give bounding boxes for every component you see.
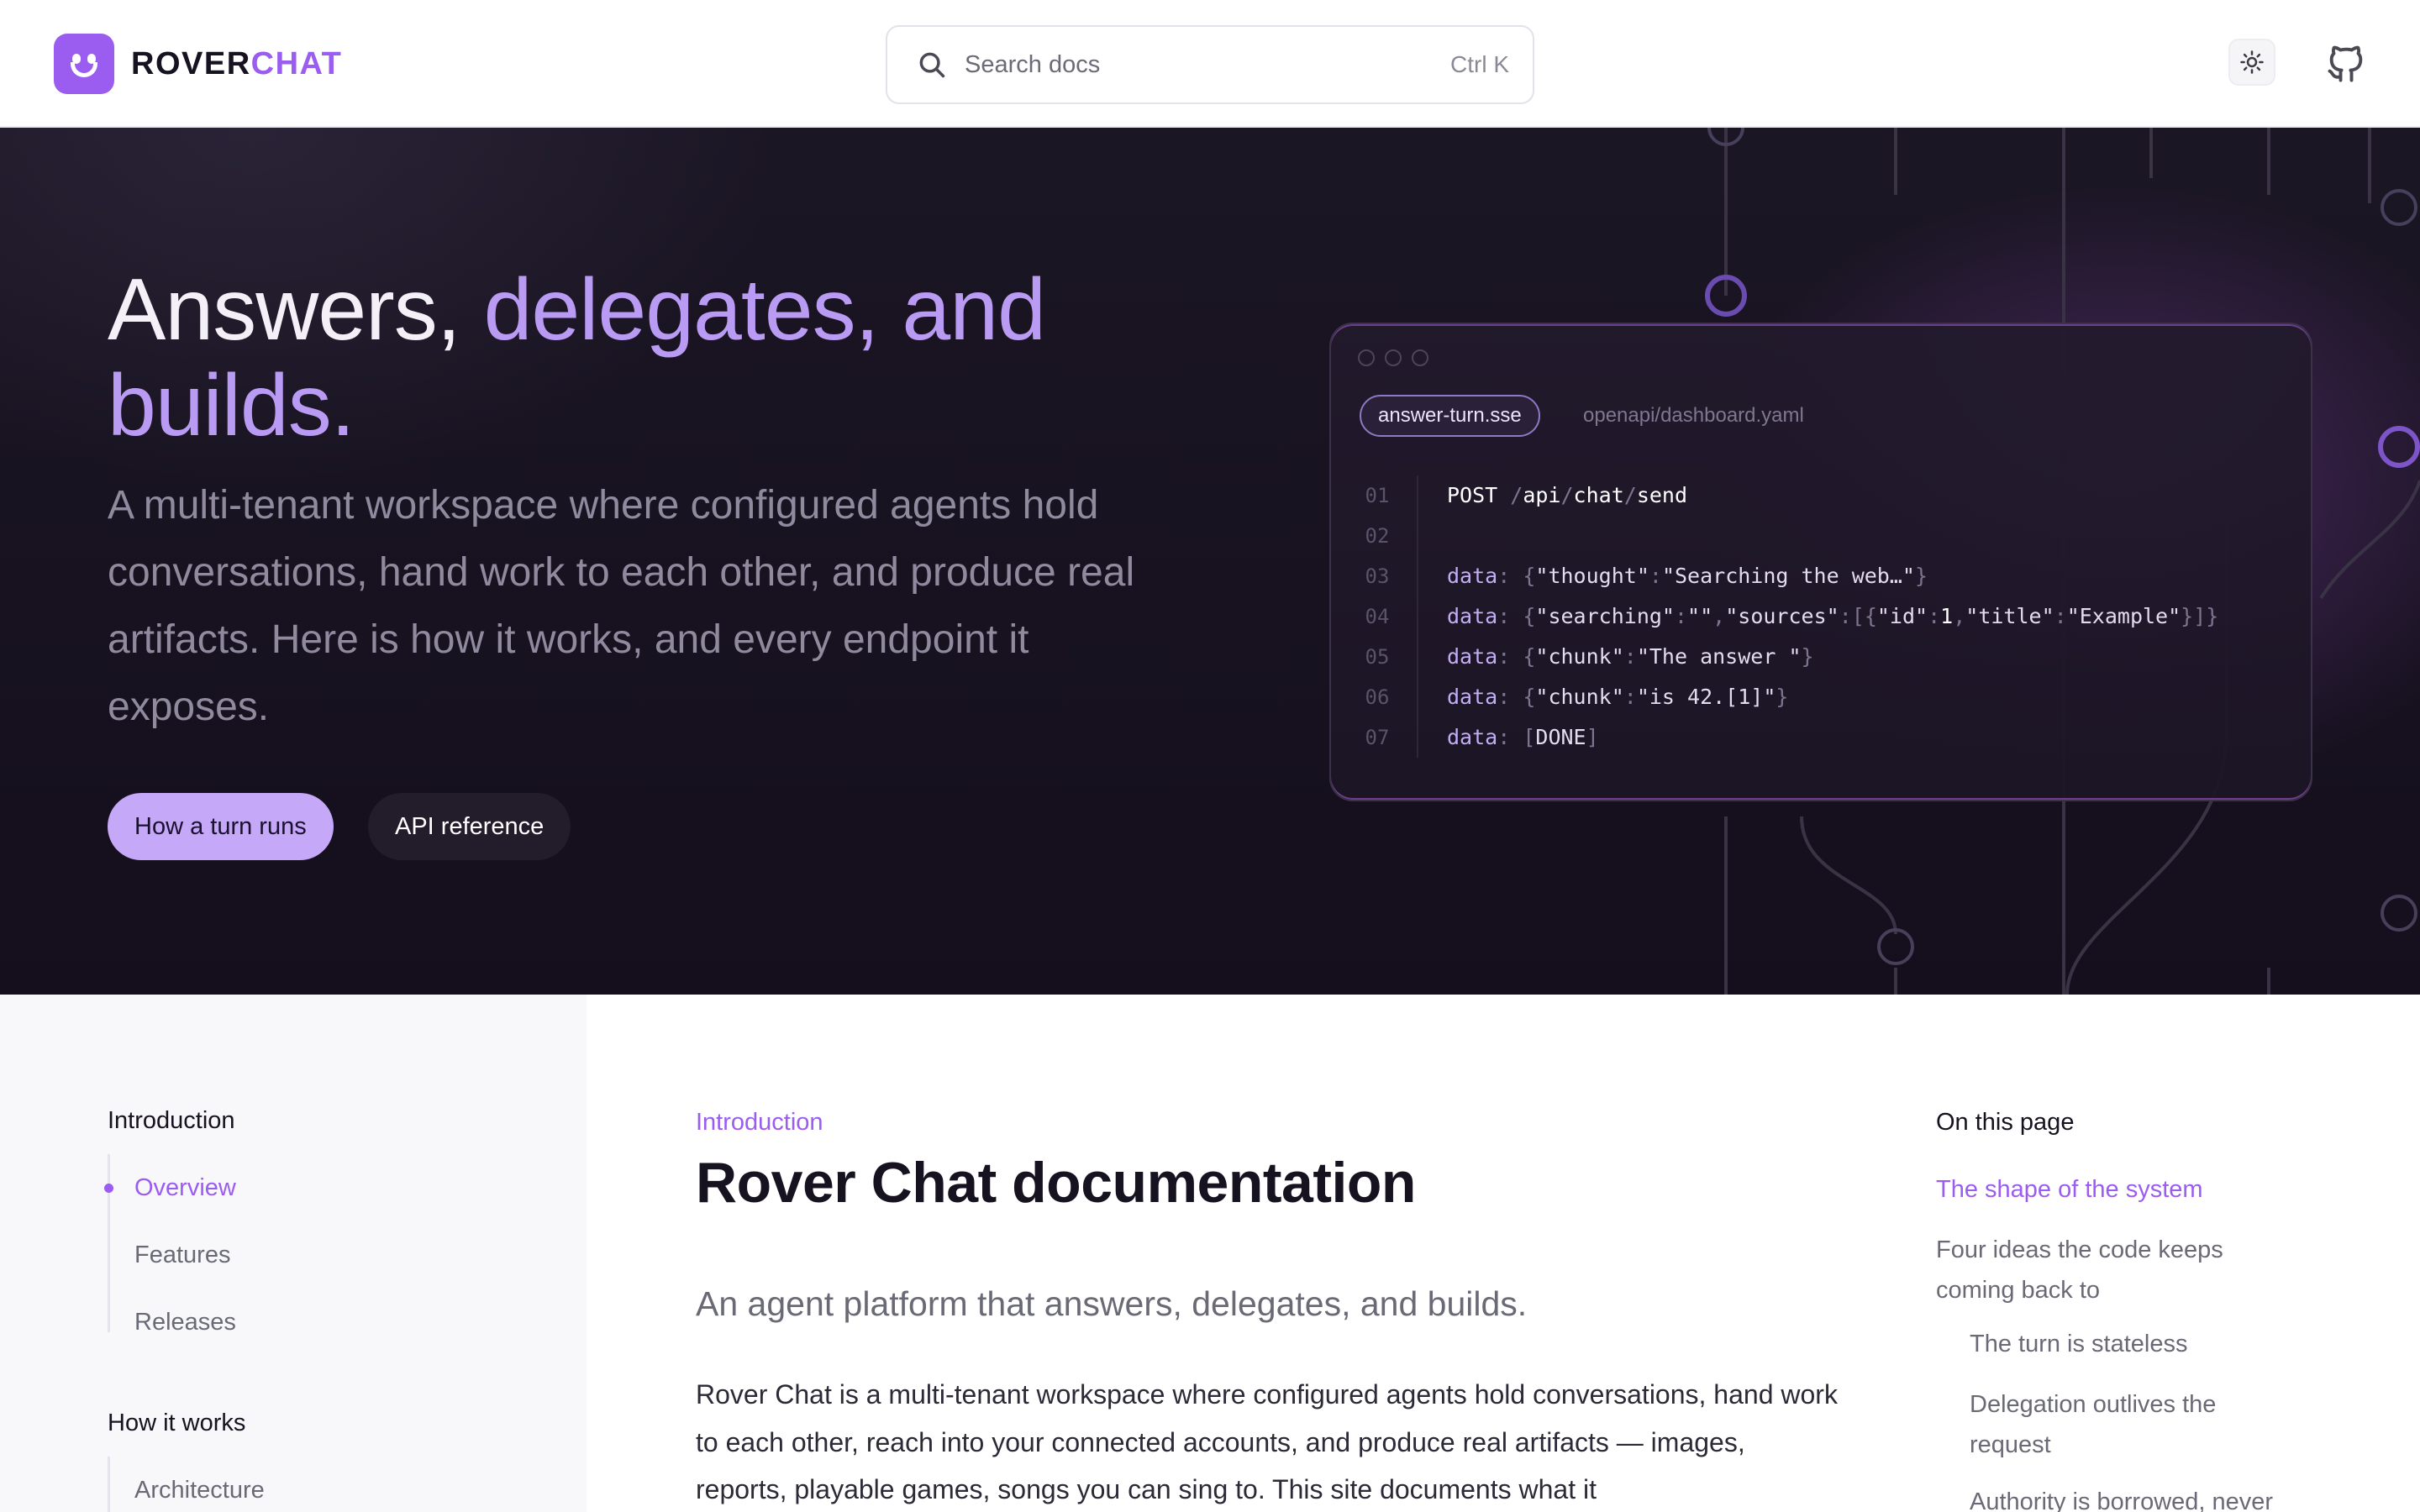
page-lead: An agent platform that answers, delegate…: [696, 1284, 1528, 1323]
api-reference-button[interactable]: API reference: [368, 793, 571, 860]
code-line: data: {"thought":"Searching the web…"}: [1447, 564, 1928, 588]
line-number: 03: [1365, 564, 1390, 588]
line-number: 04: [1365, 605, 1390, 628]
intro-paragraph: Rover Chat is a multi-tenant workspace w…: [696, 1379, 1838, 1504]
sidebar-item-architecture[interactable]: Architecture: [134, 1477, 265, 1504]
toc-title: On this page: [1936, 1109, 2075, 1136]
nav-rail: [108, 1457, 110, 1512]
sidebar-item-releases[interactable]: Releases: [134, 1309, 236, 1336]
breadcrumb-section[interactable]: Introduction: [696, 1109, 823, 1137]
nav-group-introduction: Introduction: [108, 1107, 235, 1134]
toc-item-four-ideas[interactable]: Four ideas the code keeps coming back to: [1936, 1230, 2272, 1310]
hero-subtitle: A multi-tenant workspace where configure…: [108, 483, 1135, 729]
docs-sidebar: Introduction Overview Features Releases …: [0, 995, 587, 1512]
github-link[interactable]: [2321, 39, 2371, 89]
sidebar-item-overview[interactable]: Overview: [134, 1174, 236, 1202]
top-header: ROVERCHAT Search docs Ctrl K: [0, 0, 2420, 128]
how-a-turn-runs-button[interactable]: How a turn runs: [108, 793, 334, 860]
toc-item-turn-stateless[interactable]: The turn is stateless: [1970, 1324, 2339, 1364]
line-numbers: 01 02 03 04 05 06 07: [1331, 475, 1418, 758]
line-number: 05: [1365, 645, 1390, 669]
hero-section: Answers, delegates, and builds. A multi-…: [0, 128, 2420, 995]
sun-icon: [2240, 50, 2264, 74]
search-docs-input[interactable]: Search docs Ctrl K: [886, 25, 1534, 104]
tab-answer-turn-sse[interactable]: answer-turn.sse: [1360, 395, 1540, 437]
window-dots: [1358, 349, 1428, 366]
toc-item-shape-of-system[interactable]: The shape of the system: [1936, 1169, 2306, 1210]
line-number: 07: [1365, 726, 1390, 749]
code-line: data: {"chunk":"The answer "}: [1447, 644, 1814, 669]
logo-smiley-icon: [54, 34, 114, 94]
nav-rail: [108, 1154, 110, 1332]
code-example-window: answer-turn.sse openapi/dashboard.yaml 0…: [1329, 323, 2312, 801]
sidebar-item-features[interactable]: Features: [134, 1242, 230, 1269]
code-lines: POST /api/chat/send ​ data: {"thought":"Se…: [1447, 475, 2218, 758]
tab-openapi-dashboard-yaml[interactable]: openapi/dashboard.yaml: [1583, 395, 1804, 437]
nav-group-how-it-works: How it works: [108, 1410, 246, 1436]
logo-wordmark: ROVERCHAT: [131, 45, 343, 81]
code-line: POST /api/chat/send: [1447, 483, 1688, 507]
toc-item-authority-borrowed[interactable]: Authority is borrowed, never: [1970, 1482, 2339, 1512]
search-icon: [919, 52, 945, 78]
search-placeholder: Search docs: [965, 50, 1101, 78]
toc-item-delegation[interactable]: Delegation outlives the request: [1970, 1384, 2289, 1465]
code-line: data: [DONE]: [1447, 725, 1599, 749]
active-indicator-dot: [104, 1184, 113, 1193]
code-line: data: {"chunk":"is 42.[1]"}: [1447, 685, 1789, 709]
search-shortcut: Ctrl K: [1450, 51, 1509, 77]
github-icon: [2328, 45, 2363, 82]
page-title: Rover Chat documentation: [696, 1151, 1416, 1215]
line-number: 02: [1365, 524, 1390, 548]
hero-title: Answers, delegates, and builds.: [108, 261, 1046, 454]
rover-chat-logo[interactable]: ROVERCHAT: [54, 34, 342, 94]
code-line: ​: [1447, 516, 2218, 556]
line-number: 06: [1365, 685, 1390, 709]
code-line: data: {"searching":"","sources":[{"id":1…: [1447, 604, 2219, 628]
line-number: 01: [1365, 484, 1390, 507]
theme-toggle-button[interactable]: [2228, 39, 2275, 86]
